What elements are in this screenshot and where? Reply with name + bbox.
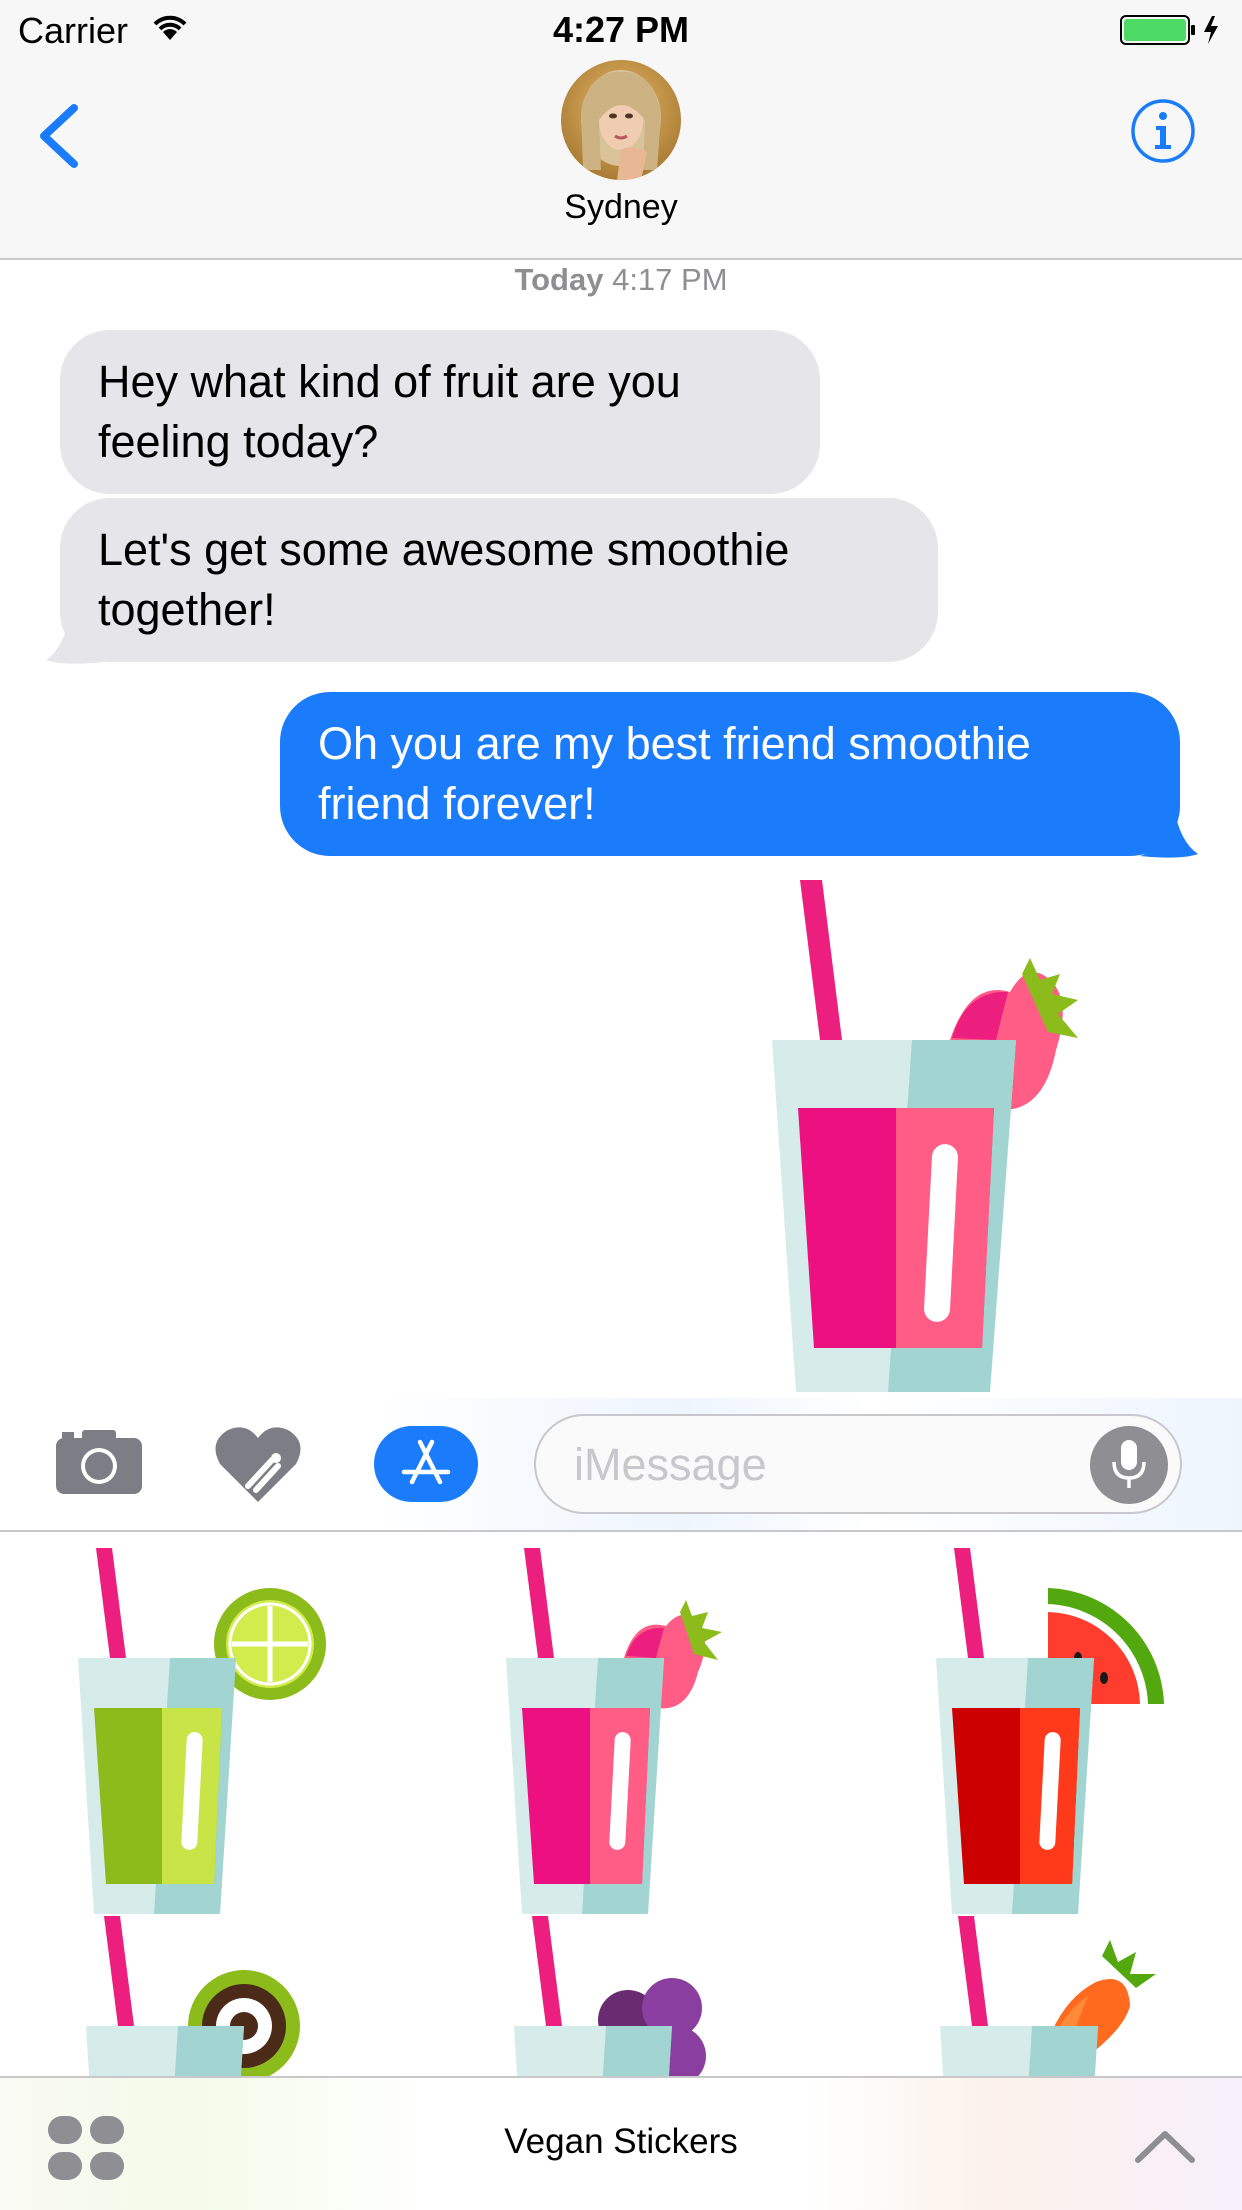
back-button[interactable]: [30, 96, 90, 186]
contact-avatar[interactable]: [561, 60, 681, 180]
camera-button[interactable]: [56, 1428, 142, 1499]
camera-icon: [56, 1430, 142, 1494]
watermelon-smoothie-sticker[interactable]: [928, 1548, 1188, 1928]
timestamp-day: Today: [514, 262, 604, 297]
incoming-message-bubble[interactable]: Hey what kind of fruit are you feeling t…: [60, 330, 820, 494]
app-store-button[interactable]: [374, 1426, 478, 1502]
info-icon: [1131, 99, 1195, 163]
incoming-message-bubble[interactable]: Let's get some awesome smoothie together…: [60, 498, 938, 662]
app-drawer-bar: Vegan Stickers: [0, 2076, 1242, 2210]
lime-smoothie-sticker[interactable]: [70, 1548, 330, 1928]
conversation-header: Sydney: [0, 60, 1242, 260]
microphone-icon: [1112, 1440, 1146, 1488]
digital-touch-button[interactable]: [214, 1424, 302, 1509]
bubble-tail: [46, 614, 104, 664]
message-field[interactable]: [534, 1414, 1182, 1514]
timestamp-time: 4:17 PM: [612, 262, 728, 297]
clock: 4:27 PM: [552, 9, 690, 50]
strawberry-smoothie-sticker[interactable]: [498, 1548, 758, 1928]
message-input[interactable]: [572, 1438, 1076, 1492]
chevron-up-icon: [1135, 2131, 1195, 2163]
bubble-tail: [1140, 808, 1198, 858]
digital-touch-heart-icon: [215, 1427, 301, 1502]
info-button[interactable]: [1130, 98, 1196, 169]
outgoing-message-bubble[interactable]: Oh you are my best friend smoothie frien…: [280, 692, 1180, 856]
message-text: Oh you are my best friend smoothie frien…: [318, 718, 1031, 829]
contact-name[interactable]: Sydney: [0, 188, 1242, 227]
expand-button[interactable]: [1134, 2128, 1196, 2169]
status-bar: Carrier 4:27 PM: [0, 0, 1242, 60]
compose-bar: [0, 1398, 1242, 1532]
message-timestamp: Today 4:17 PM: [0, 262, 1242, 298]
message-text: Hey what kind of fruit are you feeling t…: [98, 356, 681, 467]
battery-icon: [1120, 14, 1226, 51]
sticker-grid: [0, 1532, 1242, 2076]
app-store-icon: [401, 1439, 451, 1485]
charging-bolt-icon: [1204, 16, 1218, 44]
message-text: Let's get some awesome smoothie together…: [98, 524, 790, 635]
dictation-button[interactable]: [1090, 1426, 1168, 1504]
kiwi-smoothie-sticker[interactable]: [78, 1916, 338, 2076]
chevron-left-icon: [40, 104, 78, 168]
carrot-smoothie-sticker[interactable]: [932, 1916, 1192, 2076]
grape-smoothie-sticker[interactable]: [506, 1916, 766, 2076]
strawberry-smoothie-sticker[interactable]: [760, 880, 1120, 1400]
sticker-app-name: Vegan Stickers: [504, 2122, 738, 2161]
